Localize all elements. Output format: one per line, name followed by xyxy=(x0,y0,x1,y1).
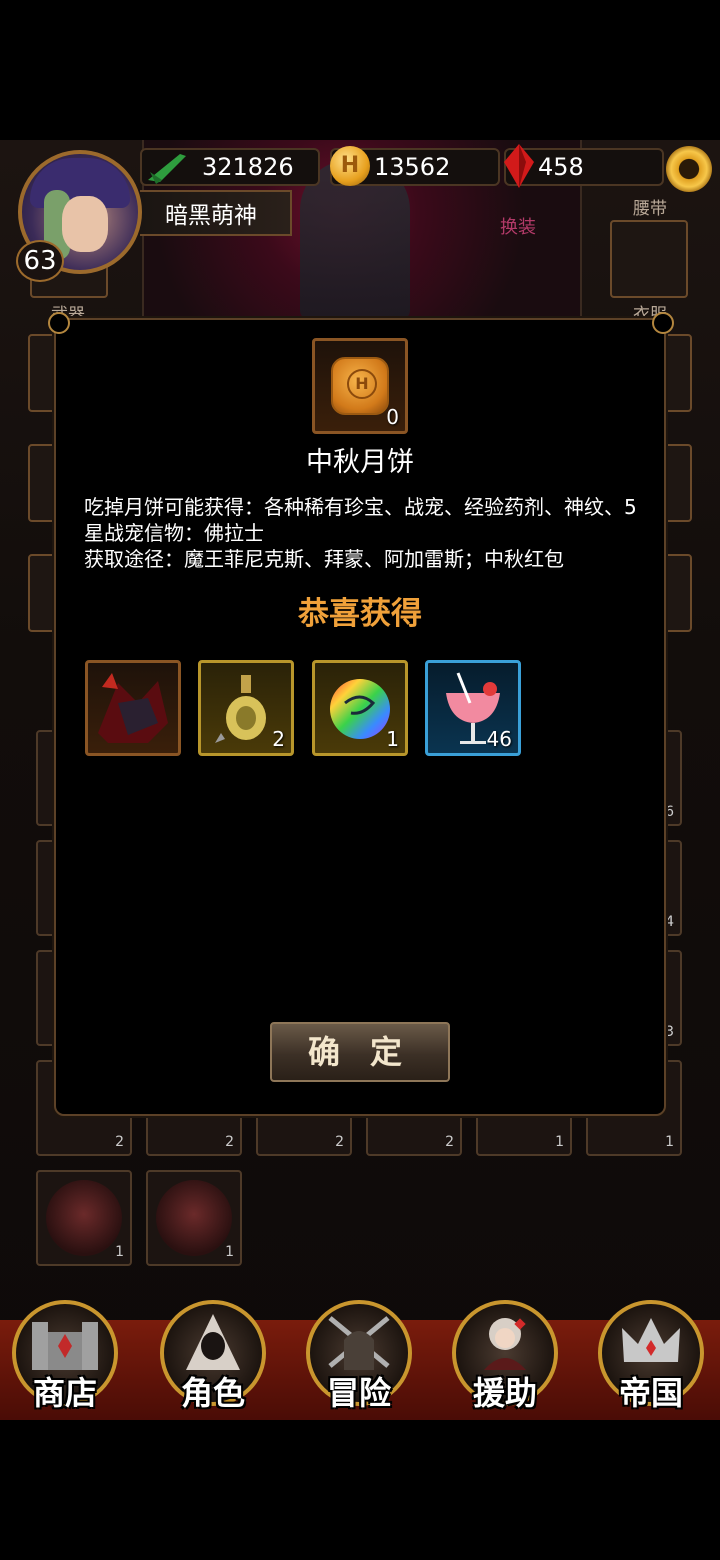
nav-support[interactable]: 援助 xyxy=(452,1300,562,1412)
mooncake-item-slot: H 0 xyxy=(312,338,408,434)
reward-item-4[interactable]: 46 xyxy=(425,660,521,756)
change-outfit-button[interactable]: 换装 xyxy=(500,213,536,239)
item-count: 2 xyxy=(445,1134,454,1150)
inventory-item[interactable]: 1 xyxy=(36,1170,132,1266)
item-count: 6 xyxy=(665,804,674,820)
avatar-face xyxy=(62,196,108,252)
item-description: 吃掉月饼可能获得：各种稀有珍宝、战宠、经验药剂、神纹、5星战宠信物：佛拉士 获取… xyxy=(84,494,644,572)
nav-shop-label: 商店 xyxy=(32,1374,97,1412)
crown-icon xyxy=(622,1318,680,1362)
item-count: 1 xyxy=(115,1244,124,1260)
bottom-black-area xyxy=(0,1420,720,1560)
description-source: 获取途径：魔王菲尼克斯、拜蒙、阿加雷斯；中秋红包 xyxy=(84,547,564,571)
item-count: 2 xyxy=(335,1134,344,1150)
gold-coin-icon: H xyxy=(330,146,370,186)
item-count: 3 xyxy=(665,1024,674,1040)
power-value: 321826 xyxy=(202,153,294,181)
settings-gear-icon[interactable] xyxy=(666,146,712,192)
castle-icon xyxy=(32,1322,98,1370)
description-effect: 吃掉月饼可能获得：各种稀有珍宝、战宠、经验药剂、神纹、5星战宠信物：佛拉士 xyxy=(84,495,637,545)
player-level-badge: 63 xyxy=(16,240,64,282)
item-count: 2 xyxy=(272,727,285,751)
nav-support-label: 援助 xyxy=(472,1374,537,1412)
item-count: 46 xyxy=(486,727,512,751)
congrats-heading: 恭喜获得 xyxy=(298,596,422,632)
equip-label-belt: 腰带 xyxy=(633,199,667,219)
nav-empire[interactable]: 帝国 xyxy=(598,1300,708,1412)
equip-slot-clothes[interactable] xyxy=(610,220,688,298)
gem-value: 458 xyxy=(538,153,584,181)
item-count: 1 xyxy=(225,1244,234,1260)
nav-adventure-label: 冒险 xyxy=(326,1374,391,1412)
mooncake-icon: H xyxy=(331,357,389,415)
nav-character-label: 角色 xyxy=(180,1374,245,1412)
status-bar-area xyxy=(0,0,720,140)
reward-item-1[interactable] xyxy=(85,660,181,756)
nav-shop[interactable]: 商店 xyxy=(12,1300,122,1412)
nav-character[interactable]: 角色 xyxy=(160,1300,270,1412)
dialog-corner-ornament xyxy=(48,312,70,334)
reward-item-2[interactable]: 2 xyxy=(198,660,294,756)
item-count: 0 xyxy=(386,405,399,429)
gold-value: 13562 xyxy=(374,153,451,181)
nav-empire-label: 帝国 xyxy=(618,1374,683,1412)
crossed-swords-gate-icon xyxy=(328,1316,390,1370)
item-count: 1 xyxy=(665,1134,674,1150)
item-count: 2 xyxy=(115,1134,124,1150)
item-count: 1 xyxy=(555,1134,564,1150)
player-name: 暗黑萌神 xyxy=(165,203,257,229)
heroine-portrait-icon xyxy=(484,1318,526,1370)
nav-adventure[interactable]: 冒险 xyxy=(306,1300,416,1412)
power-icon xyxy=(148,154,186,184)
item-title: 中秋月饼 xyxy=(306,447,414,478)
reward-item-3[interactable]: 1 xyxy=(312,660,408,756)
confirm-button[interactable]: 确定 xyxy=(270,1022,450,1082)
inventory-item[interactable]: 1 xyxy=(146,1170,242,1266)
red-gem-icon xyxy=(504,144,534,188)
dialog-corner-ornament xyxy=(652,312,674,334)
item-count: 2 xyxy=(225,1134,234,1150)
dark-pet-icon xyxy=(98,673,168,743)
item-count: 1 xyxy=(386,727,399,751)
item-count: 4 xyxy=(665,914,674,930)
hooded-figure-icon xyxy=(186,1314,240,1370)
